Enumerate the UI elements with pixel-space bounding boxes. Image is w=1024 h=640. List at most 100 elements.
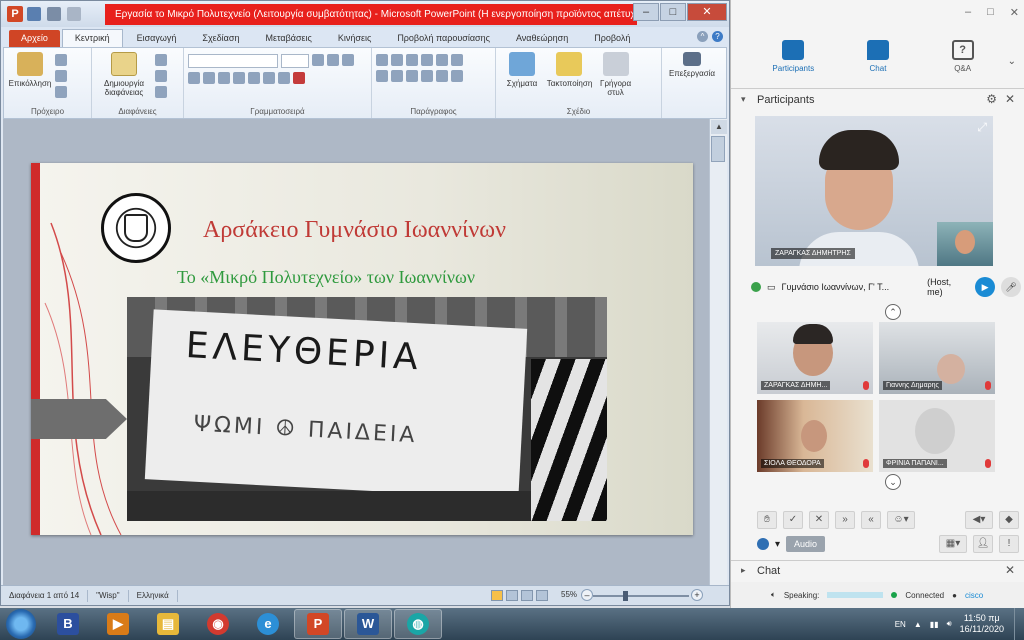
save-icon[interactable] xyxy=(27,7,41,21)
slide-sorter-button[interactable] xyxy=(506,590,518,601)
minimize-ribbon-icon[interactable]: ^ xyxy=(697,31,708,42)
taskbar-explorer[interactable]: ▤ xyxy=(144,609,192,639)
go-faster-icon[interactable]: » xyxy=(835,511,855,529)
clock[interactable]: 11:50 πμ 16/11/2020 xyxy=(960,613,1004,635)
my-participant-row[interactable]: ▭ Γυμνάσιο Ιωαννίνων, Γ' Τ... (Host, me)… xyxy=(751,276,1021,298)
shapes-button[interactable]: Σχήματα xyxy=(500,52,544,88)
tab-design[interactable]: Σχεδίαση xyxy=(190,30,251,47)
slideshow-button[interactable] xyxy=(536,590,548,601)
minimize-icon[interactable]: – xyxy=(965,6,971,19)
active-speaker-video[interactable]: ⤢ ΖΑΡΑΓΚΑΣ ΔΗΜΗΤΡΗΣ xyxy=(755,116,993,266)
taskbar-media-player[interactable]: ▶ xyxy=(94,609,142,639)
participant-thumbnail[interactable]: ΣΙΟΛΑ ΘΕΟΔΟΡΑ xyxy=(757,400,873,472)
section-icon[interactable] xyxy=(154,86,167,98)
mic-icon[interactable]: 🎤︎ xyxy=(1001,277,1021,297)
new-slide-button[interactable]: Δημιουργία διαφάνειας xyxy=(96,52,152,97)
zoom-slider[interactable] xyxy=(593,595,689,597)
restore-icon[interactable]: □ xyxy=(987,6,994,19)
audio-status-icon[interactable] xyxy=(757,538,769,550)
underline-icon[interactable] xyxy=(218,72,230,84)
tab-participants[interactable]: Participants xyxy=(763,36,823,88)
undo-icon[interactable] xyxy=(47,7,61,21)
chat-panel-header[interactable]: ▸ Chat ✕ xyxy=(731,560,1024,580)
paste-button[interactable]: Επικόλληση xyxy=(8,52,52,88)
bullets-icon[interactable] xyxy=(376,54,388,66)
columns-icon[interactable] xyxy=(436,70,448,82)
shadow-icon[interactable] xyxy=(248,72,260,84)
chevron-down-icon[interactable]: ⌄ xyxy=(1008,56,1016,67)
tab-review[interactable]: Αναθεώρηση xyxy=(504,30,580,47)
align-left-icon[interactable] xyxy=(376,70,388,82)
text-direction-icon[interactable] xyxy=(451,54,463,66)
scroll-thumb[interactable] xyxy=(711,136,725,162)
increase-indent-icon[interactable] xyxy=(421,54,433,66)
reset-icon[interactable] xyxy=(154,70,167,82)
layout-icon[interactable]: ▦▾ xyxy=(939,535,967,553)
language-indicator[interactable]: EN xyxy=(895,620,906,629)
self-view-video[interactable] xyxy=(937,222,993,266)
taskbar-chrome[interactable]: ◉ xyxy=(194,609,242,639)
normal-view-button[interactable] xyxy=(491,590,503,601)
tab-home[interactable]: Κεντρική xyxy=(61,29,123,47)
layout-icon[interactable] xyxy=(154,54,167,66)
format-painter-icon[interactable] xyxy=(54,86,67,98)
line-spacing-icon[interactable] xyxy=(436,54,448,66)
participants-panel-header[interactable]: ▾ Participants ⚙ ✕ xyxy=(731,88,1024,110)
numbering-icon[interactable] xyxy=(391,54,403,66)
tab-slideshow[interactable]: Προβολή παρουσίασης xyxy=(385,30,502,47)
emoji-icon[interactable]: ☺▾ xyxy=(887,511,915,529)
copy-icon[interactable] xyxy=(54,70,67,82)
tray-arrow-icon[interactable]: ▲ xyxy=(914,620,922,629)
reading-view-button[interactable] xyxy=(521,590,533,601)
tab-animations[interactable]: Κινήσεις xyxy=(326,30,383,47)
vertical-scrollbar[interactable]: ▲ xyxy=(709,119,727,585)
slide-subheading[interactable]: Το «Μικρό Πολυτεχνείο» των Ιωαννίνων xyxy=(177,267,475,288)
smartart-icon[interactable] xyxy=(451,70,463,82)
check-icon[interactable]: ✓ xyxy=(783,511,803,529)
redo-icon[interactable] xyxy=(67,7,81,21)
raise-hand-icon[interactable]: ✋︎ xyxy=(757,511,777,529)
more-options-icon[interactable]: ! xyxy=(999,535,1019,553)
scroll-up-thumbnails-icon[interactable]: ⌃ xyxy=(885,304,901,320)
tab-view[interactable]: Προβολή xyxy=(582,30,642,47)
font-name-field[interactable] xyxy=(188,54,278,68)
strikethrough-icon[interactable] xyxy=(233,72,245,84)
participant-thumbnail[interactable]: Γιαννης Δημαρης xyxy=(879,322,995,394)
slide-editing-area[interactable]: Αρσάκειο Γυμνάσιο Ιωαννίνων Το «Μικρό Πο… xyxy=(3,119,709,585)
close-chat-icon[interactable]: ✕ xyxy=(1005,563,1015,577)
zoom-slider-handle[interactable] xyxy=(623,591,628,601)
tab-transitions[interactable]: Μεταβάσεις xyxy=(253,30,323,47)
eraser-icon[interactable]: ◆ xyxy=(999,511,1019,529)
taskbar-app-b[interactable]: B xyxy=(44,609,92,639)
tab-chat[interactable]: Chat xyxy=(848,36,908,88)
megaphone-icon[interactable]: ◀▾ xyxy=(965,511,993,529)
clear-format-icon[interactable] xyxy=(342,54,354,66)
taskbar-webex[interactable]: ◍ xyxy=(394,609,442,639)
add-person-icon[interactable]: 👤︎ xyxy=(973,535,993,553)
editing-button[interactable]: Επεξεργασία xyxy=(666,52,718,78)
network-icon[interactable]: ▮▮ xyxy=(930,620,939,629)
powerpoint-app-icon[interactable]: P xyxy=(7,6,23,22)
collapse-caret-icon[interactable]: ▾ xyxy=(741,94,746,105)
protest-photo[interactable]: ΕΛΕΥΘΕΡΙΑ ΨΩΜΙ ☮ ΠΑΙΔΕΙΑ xyxy=(127,297,607,521)
bold-icon[interactable] xyxy=(188,72,200,84)
dropdown-caret-icon[interactable]: ▾ xyxy=(775,539,780,550)
expand-icon[interactable]: ⤢ xyxy=(977,120,987,135)
audio-button[interactable]: Audio xyxy=(786,536,826,552)
grow-font-icon[interactable] xyxy=(312,54,324,66)
participant-thumbnail[interactable]: ΦΡΙΝΙΑ ΠΑΠΑΝΙ... xyxy=(879,400,995,472)
italic-icon[interactable] xyxy=(203,72,215,84)
start-button[interactable] xyxy=(6,609,36,639)
arrange-button[interactable]: Τακτοποίηση xyxy=(547,52,592,88)
taskbar-word[interactable]: W xyxy=(344,609,392,639)
minimize-button[interactable]: – xyxy=(633,3,659,21)
align-right-icon[interactable] xyxy=(406,70,418,82)
shrink-font-icon[interactable] xyxy=(327,54,339,66)
zoom-out-button[interactable]: – xyxy=(581,589,593,601)
change-case-icon[interactable] xyxy=(278,72,290,84)
scroll-up-icon[interactable]: ▲ xyxy=(711,120,727,134)
char-spacing-icon[interactable] xyxy=(263,72,275,84)
volume-icon[interactable]: 🔊︎ xyxy=(947,619,952,629)
tab-qa[interactable]: ? Q&A xyxy=(933,36,993,88)
close-icon[interactable]: ✕ xyxy=(1010,6,1019,19)
